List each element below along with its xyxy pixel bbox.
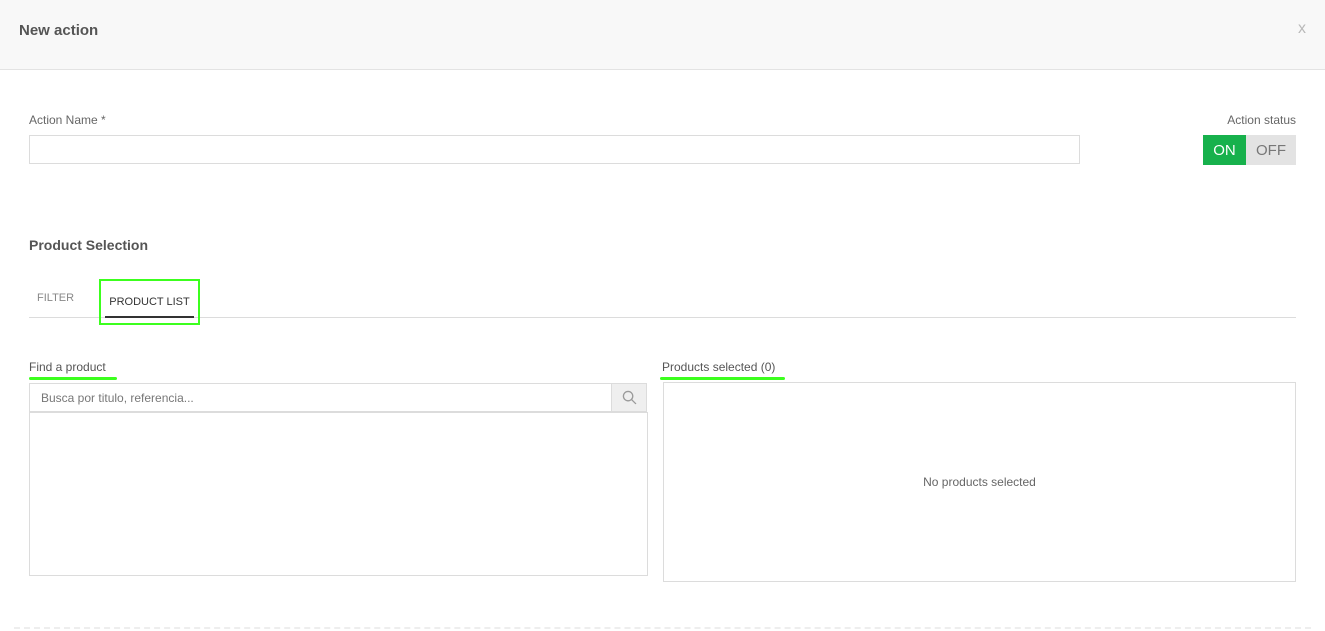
modal-title: New action <box>19 22 99 39</box>
search-button[interactable] <box>611 383 647 412</box>
modal-header: New action x <box>0 0 1325 70</box>
product-selection-title: Product Selection <box>29 237 149 253</box>
tab-product-list-label: PRODUCT LIST <box>109 296 190 308</box>
action-name-input[interactable] <box>29 135 1080 164</box>
no-products-message: No products selected <box>923 475 1036 489</box>
find-product-highlight <box>29 377 117 380</box>
active-tab-underline <box>105 316 194 318</box>
tab-filter[interactable]: FILTER <box>37 278 74 318</box>
product-search-input[interactable] <box>29 383 612 412</box>
status-off-button[interactable]: OFF <box>1246 135 1296 165</box>
action-status-label: Action status <box>1227 113 1296 127</box>
search-icon <box>622 390 636 405</box>
close-icon[interactable]: x <box>1298 20 1306 38</box>
products-selected-label: Products selected (0) <box>662 360 776 374</box>
find-product-label: Find a product <box>29 360 106 374</box>
action-status-toggle[interactable]: ON OFF <box>1203 135 1296 165</box>
product-selection-tabs: FILTER PRODUCT LIST <box>29 278 1296 325</box>
product-search-results <box>29 412 648 576</box>
bottom-divider <box>14 627 1311 629</box>
status-on-button[interactable]: ON <box>1203 135 1246 165</box>
tab-product-list[interactable]: PRODUCT LIST <box>99 279 200 325</box>
selected-products-box: No products selected <box>663 382 1296 582</box>
products-selected-highlight <box>660 377 785 380</box>
action-name-label: Action Name * <box>29 113 106 127</box>
